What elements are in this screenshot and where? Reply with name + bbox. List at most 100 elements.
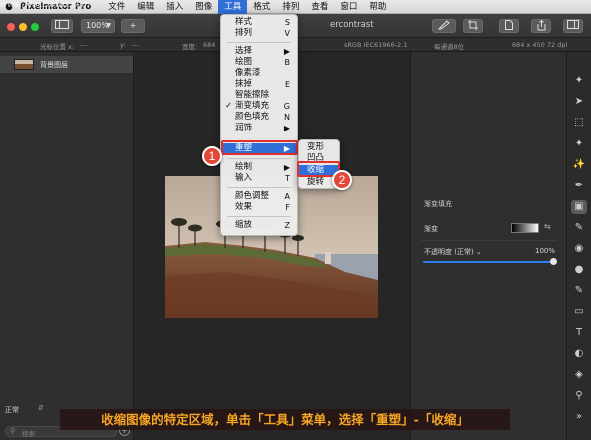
paint-brush-icon[interactable]: ✒ xyxy=(571,179,587,193)
menu-separator xyxy=(227,42,291,43)
bucket-icon[interactable]: ◉ xyxy=(571,242,587,256)
layer-name: 背景图层 xyxy=(40,61,68,69)
step-badge-2: 2 xyxy=(332,170,352,190)
bit-depth: 每通道8位 xyxy=(434,43,465,51)
menu-separator xyxy=(227,216,291,217)
gradient-tool-icon[interactable]: ▣ xyxy=(571,200,587,214)
menu-item-zoom[interactable]: 缩放 Z xyxy=(221,220,297,231)
color-profile: sRGB IEC61966-2.1 xyxy=(344,41,408,49)
pen-icon xyxy=(437,20,450,30)
document-title: ercontrast xyxy=(330,20,374,30)
menu-item-retouch[interactable]: 润饰 ▶ xyxy=(221,123,297,131)
highlight-box-reshape xyxy=(221,140,298,155)
share-icon xyxy=(537,19,545,31)
menu-item-type[interactable]: 输入 T xyxy=(221,173,297,184)
search-icon: ⚲ xyxy=(10,427,16,435)
pen-tool-icon[interactable]: ✎ xyxy=(571,284,587,298)
menu-item-smart-erase[interactable]: 智能擦除 xyxy=(221,90,297,101)
menu-tools[interactable]: 工具 xyxy=(218,0,248,14)
menu-item-paint[interactable]: 绘制 ▶ xyxy=(221,162,297,173)
zoom-icon[interactable]: ⚲ xyxy=(571,389,587,403)
tools-menu: 样式 S 排列 V 选择 ▶ 绘图 B 像素漆 抹掉 E 智能擦除 ✓ 渐变填充 G 颜色填充… xyxy=(220,14,298,236)
opacity-value: 100% xyxy=(535,247,556,255)
menu-insert[interactable]: 插入 xyxy=(160,0,189,14)
document-button[interactable] xyxy=(499,19,519,33)
menu-help[interactable]: 帮助 xyxy=(363,0,392,14)
text-tool-icon[interactable]: T xyxy=(571,326,587,340)
submenu-item-warp[interactable]: 变形 xyxy=(299,142,339,153)
menu-item-color-adjust[interactable]: 颜色调整 A xyxy=(221,191,297,202)
effects-icon[interactable]: ◈ xyxy=(571,368,587,382)
inspector-title: 渐变填充 xyxy=(424,200,452,208)
menu-item-arrange[interactable]: 排列 V xyxy=(221,28,297,39)
menu-item-color-fill[interactable]: 颜色填充 N xyxy=(221,112,297,123)
menu-separator xyxy=(227,158,291,159)
magic-wand-icon[interactable]: ✨ xyxy=(571,158,587,172)
menu-item-gradient-fill[interactable]: ✓ 渐变填充 G xyxy=(221,101,297,112)
opacity-slider-knob[interactable] xyxy=(550,258,557,265)
menu-image[interactable]: 图像 xyxy=(189,0,218,14)
document-icon xyxy=(505,20,513,30)
menu-item-erase[interactable]: 抹掉 E xyxy=(221,79,297,90)
selection-tool-icon[interactable]: ⬚ xyxy=(571,116,587,130)
menu-item-pixel-paint[interactable]: 像素漆 xyxy=(221,68,297,79)
add-button[interactable]: + xyxy=(121,19,145,33)
tools-palette: ✦ ➤ ⬚ ✦ ✨ ✒ ▣ ✎ ◉ ● ✎ ▭ T ◐ ◈ ⚲ » xyxy=(566,52,591,440)
tools-sidebar-button[interactable] xyxy=(563,19,583,33)
chevron-down-icon: ▼ xyxy=(106,22,111,29)
menu-view[interactable]: 查看 xyxy=(305,0,334,14)
menu-arrange[interactable]: 排列 xyxy=(276,0,305,14)
menu-item-select[interactable]: 选择 ▶ xyxy=(221,46,297,57)
close-window-button[interactable] xyxy=(7,23,15,31)
search-placeholder: 搜索 xyxy=(22,430,35,438)
menu-window[interactable]: 窗口 xyxy=(334,0,363,14)
blend-mode-select[interactable]: 正常 xyxy=(5,405,19,415)
color-adjust-icon[interactable]: ◐ xyxy=(571,347,587,361)
menu-format[interactable]: 格式 xyxy=(247,0,276,14)
lasso-tool-icon[interactable]: ✦ xyxy=(571,137,587,151)
menu-file[interactable]: 文件 xyxy=(102,0,131,14)
style-tool-icon[interactable]: ✦ xyxy=(571,74,587,88)
cursor-y-label: y: xyxy=(120,41,126,49)
menu-item-effects[interactable]: 效果 F xyxy=(221,202,297,213)
cursor-y-value: --- xyxy=(132,41,140,49)
menu-edit[interactable]: 编辑 xyxy=(131,0,160,14)
zoom-select[interactable]: 100% ▼ xyxy=(81,19,115,33)
swap-icon[interactable]: ⇆ xyxy=(544,222,551,231)
menu-item-draw[interactable]: 绘图 B xyxy=(221,57,297,68)
cursor-label: 光标位置 x: xyxy=(40,43,75,51)
width-label: 宽度: xyxy=(182,43,198,51)
watermark-text: www.MacDown.com xyxy=(0,0,91,10)
layers-panel: 背景图层 正常 ⇵ ⚲ 搜索 + xyxy=(0,52,134,440)
opacity-label[interactable]: 不透明度 (正常) ⌄ xyxy=(424,247,482,257)
inspector-panel: 渐变填充 渐变 ⇆ 不透明度 (正常) ⌄ 100% xyxy=(410,52,566,440)
share-button[interactable] xyxy=(531,19,551,33)
step-badge-1: 1 xyxy=(202,146,222,166)
width-value: 684 xyxy=(203,41,216,49)
arrange-tool-icon[interactable]: ➤ xyxy=(571,95,587,109)
submenu-item-bump[interactable]: 凹凸 xyxy=(299,153,339,161)
checkmark-icon: ✓ xyxy=(225,101,233,111)
layer-thumbnail xyxy=(14,59,34,70)
sidebar-right-icon xyxy=(567,20,579,29)
pixelmator-window: ● Pixelmator Pro 文件 编辑 插入 图像 工具 格式 排列 查看… xyxy=(0,0,591,440)
sidebar-toggle-button[interactable] xyxy=(51,19,73,33)
gradient-swatch[interactable] xyxy=(511,223,539,233)
chevron-updown-icon[interactable]: ⇵ xyxy=(38,404,44,412)
eraser-icon[interactable]: ✎ xyxy=(571,221,587,235)
layer-row[interactable]: 背景图层 xyxy=(0,56,133,73)
minimize-window-button[interactable] xyxy=(19,23,27,31)
zoom-window-button[interactable] xyxy=(31,23,39,31)
shape-tool-icon[interactable]: ▭ xyxy=(571,305,587,319)
retouch-icon[interactable]: ● xyxy=(571,263,587,277)
divider xyxy=(421,240,557,241)
image-size: 684 x 450 72 dpi xyxy=(512,41,568,49)
cursor-x-value: --- xyxy=(80,41,88,49)
sidebar-icon xyxy=(55,20,69,29)
crop-button[interactable] xyxy=(463,19,483,33)
menu-item-style[interactable]: 样式 S xyxy=(221,17,297,28)
instruction-caption: 收缩图像的特定区域，单击「工具」菜单，选择「重塑」-「收缩」 xyxy=(60,409,510,430)
expand-icon[interactable]: » xyxy=(571,410,587,424)
pen-tool-button[interactable] xyxy=(432,19,456,33)
opacity-slider[interactable] xyxy=(423,261,553,263)
